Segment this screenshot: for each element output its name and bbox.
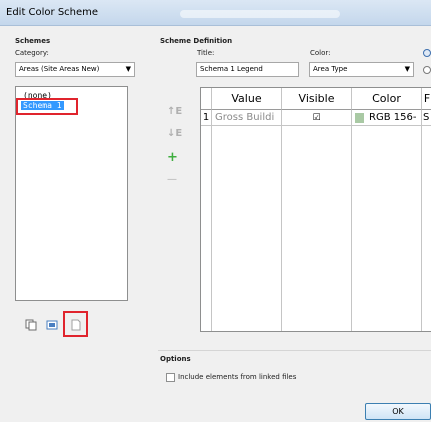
chevron-down-icon: ▼ xyxy=(404,65,410,73)
scheme-definition-group-label: Scheme Definition xyxy=(160,37,233,45)
row-extra-cell[interactable]: S xyxy=(422,110,431,126)
add-row-icon[interactable]: + xyxy=(167,150,178,165)
title-label: Title: xyxy=(197,49,215,57)
scheme-table: Value Visible Color F 1 Gross Buildi ☑ R… xyxy=(200,87,431,332)
schemes-group-label: Schemes xyxy=(15,37,51,45)
include-linked-checkbox[interactable] xyxy=(166,373,175,382)
options-group-label: Options xyxy=(160,355,191,363)
duplicate-icon[interactable] xyxy=(25,319,37,331)
table-col-line xyxy=(201,126,212,331)
move-up-icon[interactable]: ↑E xyxy=(167,106,182,117)
header-value[interactable]: Value xyxy=(212,88,282,110)
options-separator xyxy=(158,350,431,351)
row-number: 1 xyxy=(201,110,212,126)
title-bar-glow xyxy=(180,10,340,18)
radio-option-2[interactable] xyxy=(423,66,431,74)
move-down-icon[interactable]: ↓E xyxy=(167,128,182,139)
color-label: Color: xyxy=(310,49,331,57)
chevron-down-icon: ▼ xyxy=(125,65,131,73)
highlight-box-new-button xyxy=(63,311,88,337)
title-input[interactable]: Schema 1 Legend xyxy=(196,62,299,77)
title-bar[interactable]: Edit Color Scheme xyxy=(0,0,431,26)
window-title: Edit Color Scheme xyxy=(6,7,99,18)
category-dropdown[interactable]: Areas (Site Areas New) ▼ xyxy=(15,62,135,77)
row-number-header xyxy=(201,88,212,110)
ok-button[interactable]: OK xyxy=(365,403,431,420)
category-value: Areas (Site Areas New) xyxy=(19,65,100,73)
row-value-cell[interactable]: Gross Buildi xyxy=(212,110,282,126)
color-swatch xyxy=(355,113,364,123)
highlight-box-selected-scheme xyxy=(16,98,78,115)
row-visible-checkbox[interactable]: ☑ xyxy=(282,110,352,126)
radio-option-1[interactable] xyxy=(423,49,431,57)
include-linked-label: Include elements from linked files xyxy=(178,373,297,381)
schemes-list[interactable]: (none) Schema 1 xyxy=(15,86,128,301)
color-dropdown[interactable]: Area Type ▼ xyxy=(309,62,414,77)
category-label: Category: xyxy=(15,49,49,57)
row-color-cell[interactable]: RGB 156- xyxy=(352,110,422,126)
header-color[interactable]: Color xyxy=(352,88,422,110)
header-visible[interactable]: Visible xyxy=(282,88,352,110)
table-col-line xyxy=(282,126,352,331)
color-value: Area Type xyxy=(313,65,348,73)
table-col-line xyxy=(212,126,282,331)
edit-color-scheme-dialog: Edit Color Scheme Schemes Category: Area… xyxy=(0,0,431,422)
table-col-line xyxy=(352,126,422,331)
row-color-text: RGB 156- xyxy=(369,112,417,123)
header-fill[interactable]: F xyxy=(422,88,431,110)
remove-row-icon[interactable]: — xyxy=(167,174,177,185)
rename-icon[interactable] xyxy=(46,319,58,331)
